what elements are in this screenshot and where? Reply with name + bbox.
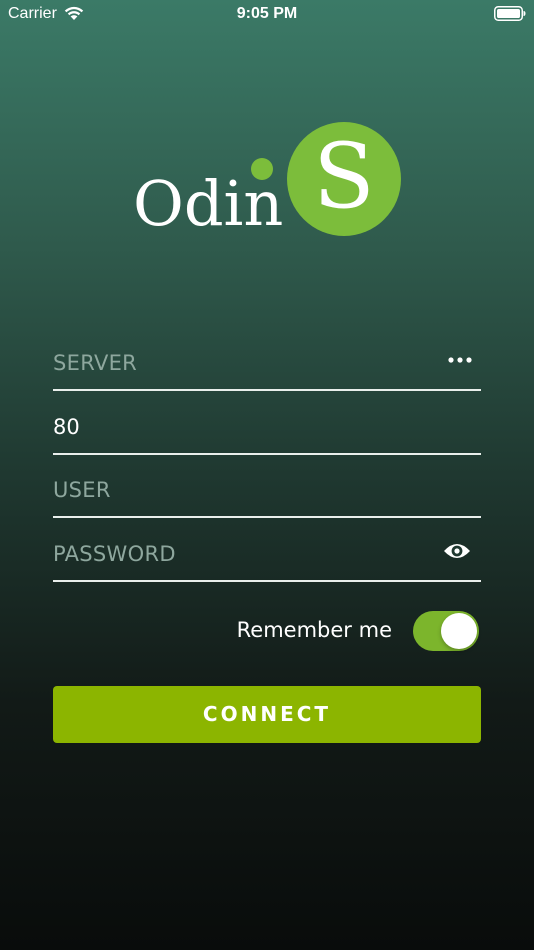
- logo-wordmark: Odin: [133, 167, 284, 240]
- connect-button[interactable]: CONNECT: [53, 686, 481, 743]
- password-field: [53, 528, 481, 582]
- port-input[interactable]: [53, 409, 423, 445]
- logo-dot: [251, 158, 273, 180]
- clock: 9:05 PM: [236, 5, 298, 22]
- logo-circle: S: [287, 122, 401, 236]
- server-input[interactable]: [53, 345, 423, 381]
- eye-icon[interactable]: [443, 541, 471, 561]
- password-input[interactable]: [53, 536, 423, 572]
- logo-letter: S: [313, 124, 375, 229]
- user-input[interactable]: [53, 472, 423, 508]
- server-field: [53, 337, 481, 391]
- remember-me-label: Remember me: [236, 618, 392, 642]
- more-dots-icon[interactable]: [447, 355, 473, 365]
- remember-me-toggle[interactable]: [413, 611, 479, 651]
- odins-logo: Odin S: [130, 118, 410, 242]
- user-field: [53, 464, 481, 518]
- battery-icon: [494, 6, 526, 21]
- port-field: [53, 401, 481, 455]
- toggle-knob: [441, 613, 477, 649]
- status-bar: Carrier 9:05 PM: [0, 0, 534, 28]
